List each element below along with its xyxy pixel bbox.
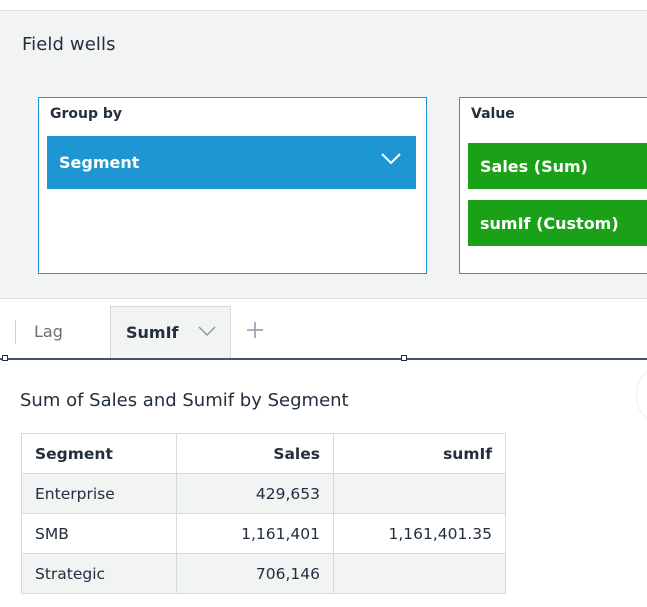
plus-icon[interactable] bbox=[245, 320, 265, 340]
table-cell bbox=[333, 553, 506, 594]
group-by-well[interactable]: Group by Segment bbox=[38, 97, 427, 274]
group-by-label: Group by bbox=[50, 106, 123, 122]
tab-divider bbox=[15, 320, 16, 344]
tab-sumif-label: SumIf bbox=[126, 323, 179, 342]
resize-handle[interactable] bbox=[2, 355, 8, 361]
table-row: Enterprise 429,653 bbox=[21, 473, 506, 514]
table-row: SMB 1,161,401 1,161,401.35 bbox=[21, 513, 506, 554]
table-cell: SMB bbox=[21, 513, 177, 554]
table-cell: 706,146 bbox=[176, 553, 334, 594]
decorative-edge bbox=[636, 368, 647, 422]
column-header-sales[interactable]: Sales bbox=[176, 433, 334, 474]
table-row: Strategic 706,146 bbox=[21, 553, 506, 594]
quicksight-editor: Field wells Group by Segment Value Sales… bbox=[0, 0, 647, 607]
field-wells-title: Field wells bbox=[22, 34, 116, 55]
resize-handle[interactable] bbox=[401, 355, 407, 361]
field-wells-panel: Field wells Group by Segment Value Sales… bbox=[0, 10, 647, 299]
table-header-row: Segment Sales sumIf bbox=[21, 433, 506, 474]
column-header-segment[interactable]: Segment bbox=[21, 433, 177, 474]
table-cell: 1,161,401 bbox=[176, 513, 334, 554]
value-label: Value bbox=[471, 106, 515, 122]
sales-sum-label: Sales (Sum) bbox=[480, 156, 588, 176]
segment-field-chip[interactable]: Segment bbox=[47, 136, 416, 189]
chevron-down-icon[interactable] bbox=[380, 152, 402, 166]
value-well[interactable]: Value Sales (Sum) sumIf (Custom) bbox=[459, 97, 647, 274]
table-cell bbox=[333, 473, 506, 514]
table-cell: Strategic bbox=[21, 553, 177, 594]
sales-sum-field-chip[interactable]: Sales (Sum) bbox=[468, 143, 647, 189]
column-header-sumif[interactable]: sumIf bbox=[333, 433, 506, 474]
segment-field-label: Segment bbox=[59, 153, 140, 172]
table-cell: Enterprise bbox=[21, 473, 177, 514]
table-cell: 429,653 bbox=[176, 473, 334, 514]
visual-title: Sum of Sales and Sumif by Segment bbox=[20, 390, 349, 411]
table-cell: 1,161,401.35 bbox=[333, 513, 506, 554]
sheet-tabs: Lag SumIf bbox=[0, 303, 647, 359]
sumif-custom-label: sumIf (Custom) bbox=[480, 213, 619, 233]
tab-lag[interactable]: Lag bbox=[34, 322, 63, 341]
chevron-down-icon[interactable] bbox=[197, 325, 217, 337]
visual-selection-border bbox=[0, 358, 647, 360]
pivot-table: Segment Sales sumIf Enterprise 429,653 S… bbox=[21, 433, 506, 594]
sumif-custom-field-chip[interactable]: sumIf (Custom) bbox=[468, 200, 647, 246]
tab-sumif[interactable]: SumIf bbox=[110, 306, 231, 359]
